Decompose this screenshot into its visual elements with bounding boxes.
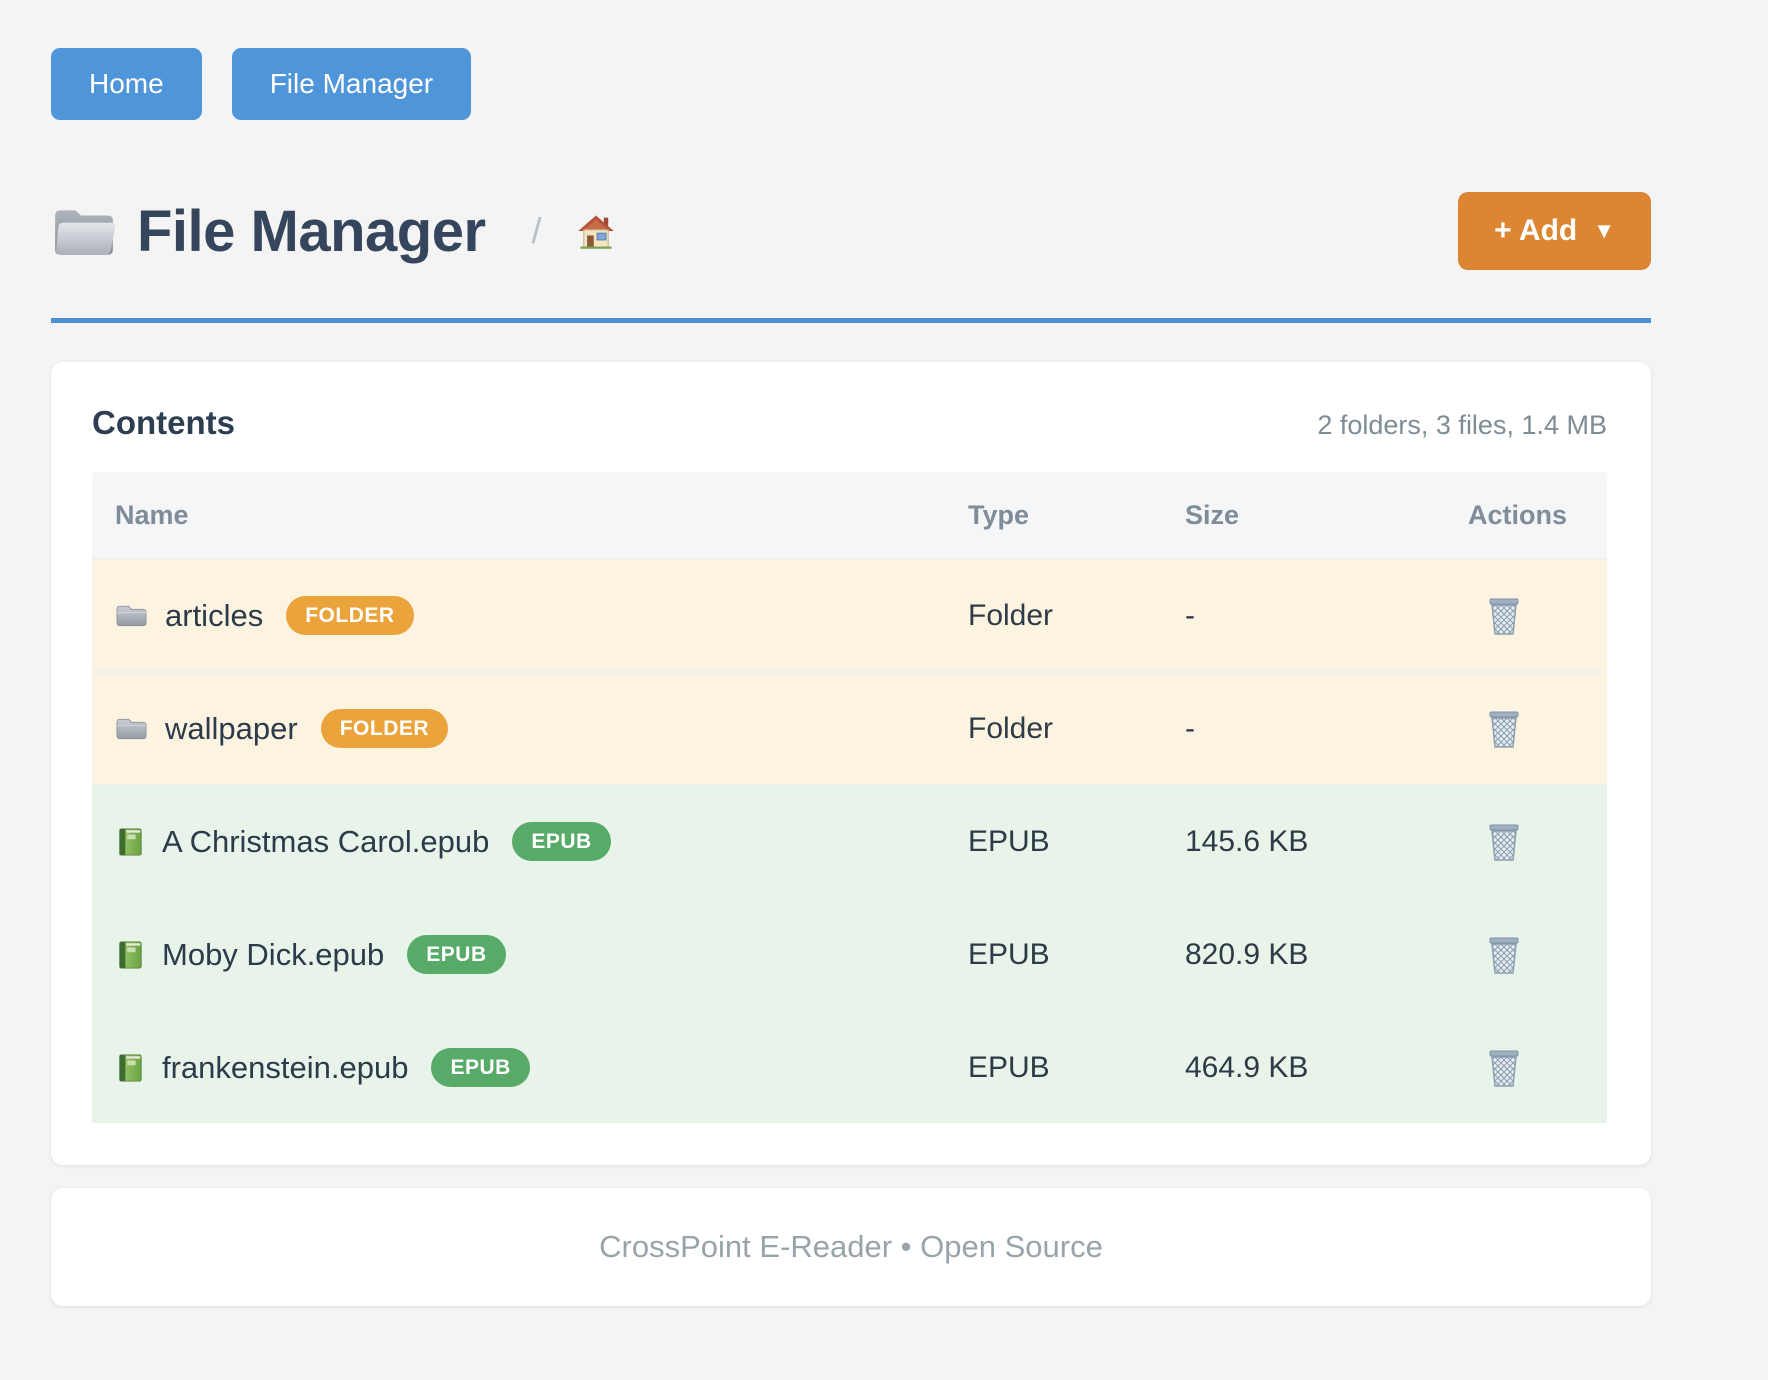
type-cell: Folder xyxy=(968,712,1185,746)
name-cell: wallpaper FOLDER xyxy=(92,709,968,748)
file-name[interactable]: Moby Dick.epub xyxy=(162,937,384,973)
name-cell: frankenstein.epub EPUB xyxy=(92,1048,968,1087)
delete-button[interactable] xyxy=(1486,1048,1522,1088)
title-group: File Manager / xyxy=(51,198,616,265)
column-header-name: Name xyxy=(92,500,968,531)
file-manager-button[interactable]: File Manager xyxy=(232,48,471,120)
page-title: File Manager xyxy=(137,198,486,265)
type-badge: EPUB xyxy=(431,1048,529,1087)
table-row: frankenstein.epub EPUB EPUB 464.9 KB xyxy=(92,1010,1607,1123)
table-body: articles FOLDER Folder - xyxy=(92,558,1607,1123)
page-header: File Manager / + Add ▼ xyxy=(51,192,1651,270)
contents-card: Contents 2 folders, 3 files, 1.4 MB Name… xyxy=(51,362,1651,1165)
name-cell: A Christmas Carol.epub EPUB xyxy=(92,822,968,861)
file-table: Name Type Size Actions articles FOLDER F… xyxy=(92,472,1607,1123)
table-row: Moby Dick.epub EPUB EPUB 820.9 KB xyxy=(92,897,1607,1010)
contents-summary: 2 folders, 3 files, 1.4 MB xyxy=(1317,410,1607,441)
type-badge: EPUB xyxy=(407,935,505,974)
size-cell: 145.6 KB xyxy=(1185,825,1468,859)
home-button[interactable]: Home xyxy=(51,48,202,120)
column-header-type: Type xyxy=(968,500,1185,531)
name-cell: Moby Dick.epub EPUB xyxy=(92,935,968,974)
table-header: Name Type Size Actions xyxy=(92,472,1607,558)
table-row: A Christmas Carol.epub EPUB EPUB 145.6 K… xyxy=(92,784,1607,897)
column-header-actions: Actions xyxy=(1468,500,1607,531)
open-folder-icon xyxy=(51,203,117,259)
delete-button[interactable] xyxy=(1486,935,1522,975)
actions-cell xyxy=(1468,709,1607,749)
name-cell: articles FOLDER xyxy=(92,596,968,635)
table-row: wallpaper FOLDER Folder - xyxy=(92,671,1607,784)
table-row: articles FOLDER Folder - xyxy=(92,558,1607,671)
actions-cell xyxy=(1468,935,1607,975)
green-book-icon xyxy=(115,1052,145,1084)
delete-button[interactable] xyxy=(1486,822,1522,862)
home-icon[interactable] xyxy=(576,212,616,250)
type-cell: Folder xyxy=(968,599,1185,633)
folder-icon xyxy=(115,602,148,630)
green-book-icon xyxy=(115,826,145,858)
type-badge: FOLDER xyxy=(286,596,413,635)
type-cell: EPUB xyxy=(968,825,1185,859)
header-divider xyxy=(51,318,1651,323)
delete-button[interactable] xyxy=(1486,596,1522,636)
folder-icon xyxy=(115,715,148,743)
add-button-label: + Add xyxy=(1494,216,1577,246)
size-cell: - xyxy=(1185,712,1468,746)
footer-text: CrossPoint E-Reader • Open Source xyxy=(599,1229,1103,1265)
card-head: Contents 2 folders, 3 files, 1.4 MB xyxy=(92,404,1607,442)
size-cell: 820.9 KB xyxy=(1185,938,1468,972)
green-book-icon xyxy=(115,939,145,971)
type-cell: EPUB xyxy=(968,1051,1185,1085)
footer-card: CrossPoint E-Reader • Open Source xyxy=(51,1188,1651,1306)
type-badge: EPUB xyxy=(512,822,610,861)
file-name[interactable]: articles xyxy=(165,598,263,634)
add-button[interactable]: + Add ▼ xyxy=(1458,192,1651,270)
file-name[interactable]: frankenstein.epub xyxy=(162,1050,408,1086)
contents-heading: Contents xyxy=(92,404,235,442)
size-cell: - xyxy=(1185,599,1468,633)
page-container: Home File Manager xyxy=(51,0,1651,1306)
delete-button[interactable] xyxy=(1486,709,1522,749)
chevron-down-icon: ▼ xyxy=(1593,220,1615,242)
actions-cell xyxy=(1468,822,1607,862)
size-cell: 464.9 KB xyxy=(1185,1051,1468,1085)
breadcrumb-separator: / xyxy=(532,210,542,252)
column-header-size: Size xyxy=(1185,500,1468,531)
type-cell: EPUB xyxy=(968,938,1185,972)
file-name[interactable]: wallpaper xyxy=(165,711,298,747)
top-nav: Home File Manager xyxy=(51,48,1651,120)
file-name[interactable]: A Christmas Carol.epub xyxy=(162,824,489,860)
actions-cell xyxy=(1468,1048,1607,1088)
actions-cell xyxy=(1468,596,1607,636)
type-badge: FOLDER xyxy=(321,709,448,748)
